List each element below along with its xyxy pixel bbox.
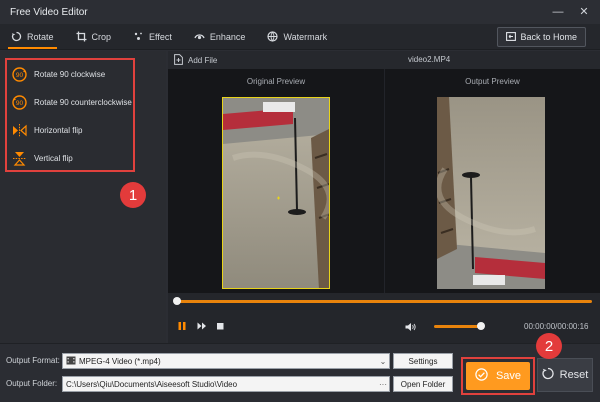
effect-icon: [133, 31, 144, 42]
callout-badge-2: 2: [536, 333, 562, 359]
fast-forward-button[interactable]: [196, 320, 208, 332]
window-controls: — ✕: [552, 6, 590, 18]
check-circle-icon: [475, 368, 488, 384]
original-video-thumbnail: [223, 98, 329, 288]
output-format-label: Output Format:: [6, 356, 60, 365]
settings-button[interactable]: Settings: [393, 353, 453, 369]
save-button[interactable]: Save: [466, 362, 530, 390]
tab-label: Watermark: [283, 31, 328, 42]
rotate-options-list: 90 Rotate 90 clockwise 90 Rotate 90 coun…: [5, 58, 135, 172]
watermark-icon: [267, 31, 279, 42]
tab-enhance[interactable]: Enhance: [183, 24, 257, 49]
output-format-value: MPEG-4 Video (*.mp4): [79, 356, 161, 366]
close-icon[interactable]: ✕: [578, 6, 590, 18]
rotate-counterclockwise-option[interactable]: 90 Rotate 90 counterclockwise: [7, 88, 133, 116]
original-video-frame: [222, 97, 330, 289]
output-video-thumbnail: [437, 97, 545, 289]
output-settings-bar: Output Format: MPEG-4 Video (*.mp4) ⌄ Se…: [0, 343, 600, 402]
output-preview-pane: Output Preview: [384, 69, 600, 293]
rotate-icon: [11, 31, 22, 42]
rotate-clockwise-label: Rotate 90 clockwise: [34, 69, 106, 79]
original-preview-label: Original Preview: [246, 77, 306, 86]
back-to-home-label: Back to Home: [520, 32, 577, 42]
horizontal-flip-label: Horizontal flip: [34, 125, 83, 135]
tab-watermark[interactable]: Watermark: [256, 24, 338, 49]
timecode: 00:00:00/00:00:16: [524, 322, 589, 331]
flip-horizontal-icon: [11, 122, 28, 139]
stop-button[interactable]: [214, 320, 226, 332]
window-title: Free Video Editor: [10, 6, 88, 18]
enhance-icon: [194, 31, 205, 42]
pause-icon: [178, 322, 186, 330]
tab-label: Rotate: [27, 31, 54, 42]
file-name: video2.MP4: [408, 55, 451, 64]
output-folder-label: Output Folder:: [6, 379, 58, 388]
minimize-icon[interactable]: —: [552, 6, 564, 18]
video-format-icon: [66, 356, 76, 367]
reset-icon: [542, 367, 554, 383]
volume-slider-handle[interactable]: [477, 322, 485, 330]
rotate-clockwise-option[interactable]: 90 Rotate 90 clockwise: [7, 60, 133, 88]
reset-button[interactable]: Reset: [537, 358, 593, 392]
save-highlight: Save: [461, 357, 535, 395]
vertical-flip-option[interactable]: Vertical flip: [7, 144, 133, 172]
tab-label: Enhance: [209, 31, 246, 42]
rotate-ccw-icon: 90: [11, 94, 28, 111]
vertical-flip-label: Vertical flip: [34, 153, 73, 163]
stop-icon: [217, 323, 224, 330]
chevron-down-icon: ⌄: [379, 356, 387, 366]
flip-vertical-icon: [11, 150, 28, 167]
rotate-ccw-glyph: 90: [16, 100, 24, 107]
pause-button[interactable]: [176, 320, 188, 332]
add-file-button[interactable]: Add File: [188, 56, 217, 65]
title-bar: Free Video Editor — ✕: [0, 0, 600, 24]
add-file-icon[interactable]: [174, 53, 183, 67]
tab-crop[interactable]: Crop: [65, 24, 123, 49]
output-preview-label: Output Preview: [465, 77, 520, 86]
app-window: Free Video Editor — ✕ Rotate Crop Effect: [0, 0, 600, 402]
rotate-cw-icon: 90: [11, 66, 28, 83]
tab-label: Effect: [149, 31, 172, 42]
open-folder-button[interactable]: Open Folder: [393, 376, 453, 392]
tab-effect[interactable]: Effect: [122, 24, 183, 49]
reset-label: Reset: [559, 369, 589, 381]
back-to-home-button[interactable]: Back to Home: [497, 27, 586, 47]
progress-slider-handle[interactable]: [173, 297, 181, 305]
tool-tabs: Rotate Crop Effect Enhance Watermark Bac…: [0, 24, 600, 50]
playback-controls: 00:00:00/00:00:16: [168, 293, 600, 343]
horizontal-flip-option[interactable]: Horizontal flip: [7, 116, 133, 144]
tab-label: Crop: [91, 31, 112, 42]
callout-badge-1: 1: [120, 182, 146, 208]
volume-icon: [405, 323, 416, 331]
rotate-counterclockwise-label: Rotate 90 counterclockwise: [34, 97, 132, 107]
output-folder-field[interactable]: C:\Users\Qiu\Documents\Aiseesoft Studio\…: [62, 376, 390, 392]
original-preview-pane: Original Preview: [168, 69, 384, 293]
output-format-select[interactable]: MPEG-4 Video (*.mp4) ⌄: [62, 353, 390, 369]
output-video-frame: [437, 97, 545, 289]
tab-rotate[interactable]: Rotate: [0, 24, 65, 49]
volume-slider[interactable]: [434, 322, 485, 330]
rotate-cw-glyph: 90: [16, 72, 24, 79]
crop-icon: [76, 31, 87, 42]
save-label: Save: [495, 370, 522, 382]
progress-slider[interactable]: [173, 297, 592, 305]
home-icon: [506, 31, 517, 43]
volume-button[interactable]: [404, 321, 416, 333]
browse-folder-button[interactable]: ···: [377, 380, 389, 389]
fast-forward-icon: [197, 322, 206, 330]
preview-header: Add File video2.MP4: [168, 51, 600, 69]
output-folder-value: C:\Users\Qiu\Documents\Aiseesoft Studio\…: [66, 379, 238, 389]
